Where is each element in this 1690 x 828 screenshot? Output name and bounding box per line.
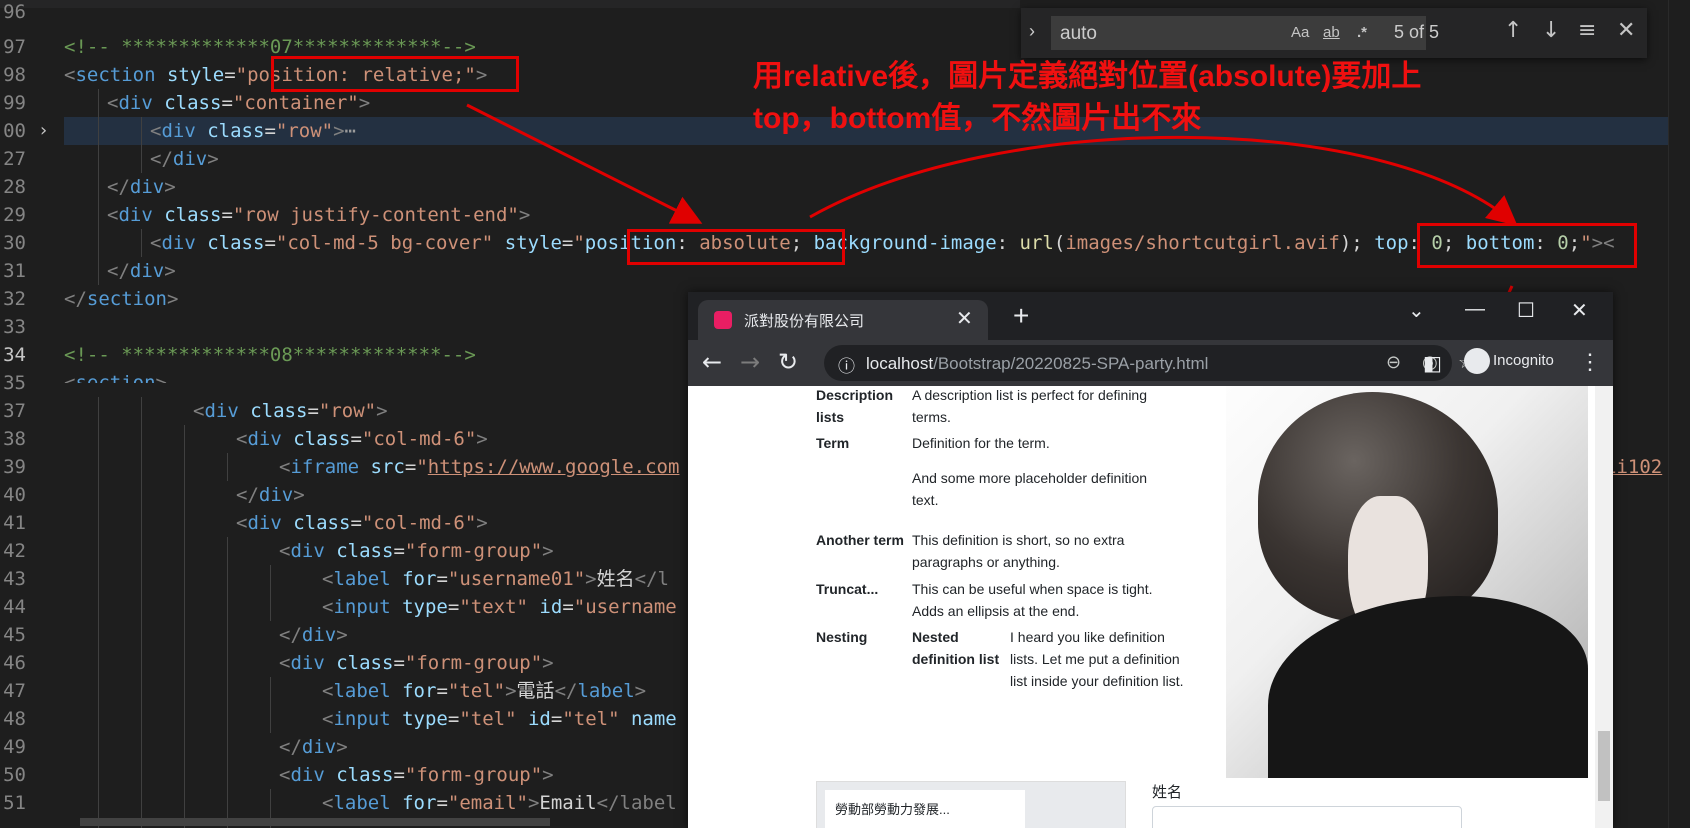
next-match-arrow-down-icon[interactable]: ↓ <box>1542 18 1560 43</box>
google-map-iframe[interactable]: 勞動部勞動力發展... <box>816 781 1126 828</box>
back-arrow-icon[interactable]: ← <box>702 348 722 376</box>
form-label-name: 姓名 <box>1152 784 1183 801</box>
incognito-icon <box>1464 348 1490 374</box>
address-bar[interactable]: ⓘ localhost/Bootstrap/20220825-SPA-party… <box>824 345 1474 381</box>
favicon-icon <box>714 311 732 329</box>
tab-title: 派對股份有限公司 <box>744 313 865 330</box>
close-window-icon[interactable]: ✕ <box>1571 298 1588 323</box>
dl-definition: I heard you like definition lists. Let m… <box>1010 629 1184 689</box>
code-line-27[interactable]: </div> <box>0 145 1690 173</box>
dl-nested-term: Nested definition list <box>912 629 1000 667</box>
previous-match-arrow-up-icon[interactable]: ↑ <box>1504 18 1522 43</box>
dl-term: Truncat... <box>816 581 879 597</box>
page-scrollbar-thumb[interactable] <box>1598 731 1610 801</box>
maximize-icon[interactable]: ☐ <box>1517 298 1535 323</box>
dl-definition: And some more placeholder definition tex… <box>912 470 1148 508</box>
page-scrollbar[interactable] <box>1595 386 1613 828</box>
close-find-icon[interactable]: ✕ <box>1617 18 1635 43</box>
find-widget: › auto Aa ab .* 5 of 5 ↑ ↓ ≡ ✕ <box>1021 8 1647 58</box>
highlight-box-top-bottom <box>1417 223 1637 268</box>
name-input[interactable] <box>1152 806 1462 828</box>
dl-term: Term <box>816 435 850 451</box>
annotation-line-1: 用relative後，圖片定義絕對位置(absolute)要加上 <box>753 60 1422 93</box>
map-place-card[interactable]: 勞動部勞動力發展... <box>825 790 1025 828</box>
minimap[interactable] <box>1668 0 1690 828</box>
dl-term: Nesting <box>816 629 868 645</box>
highlight-box-relative <box>271 56 519 92</box>
tab-search-chevron-icon[interactable]: ⌄ <box>1408 298 1425 323</box>
match-count: 5 of 5 <box>1394 22 1440 42</box>
whole-word-icon[interactable]: ab <box>1323 24 1340 41</box>
tab-close-icon[interactable]: ✕ <box>956 306 973 331</box>
browser-window: 派對股份有限公司 ✕ + ⌄ — ☐ ✕ ← → ↻ ⓘ localhost/B… <box>688 292 1613 828</box>
line-number-text: 96 <box>3 1 26 23</box>
line-number-text: 33 <box>3 316 26 338</box>
incognito-label[interactable]: Incognito <box>1493 352 1554 369</box>
new-tab-plus-icon[interactable]: + <box>1013 300 1029 332</box>
dl-definition: This definition is short, so no extra pa… <box>912 532 1125 570</box>
dl-definition: Definition for the term. <box>912 435 1050 451</box>
code-line-28[interactable]: </div> <box>0 173 1690 201</box>
dl-definition: This can be useful when space is tight. … <box>912 581 1153 619</box>
minimize-icon[interactable]: — <box>1465 298 1485 321</box>
find-in-selection-icon[interactable]: ≡ <box>1578 18 1596 43</box>
browser-tab-bar: 派對股份有限公司 ✕ + ⌄ — ☐ ✕ <box>688 292 1613 340</box>
regex-icon[interactable]: .* <box>1357 24 1367 41</box>
annotation-line-2: top，bottom值，不然圖片出不來 <box>753 102 1202 135</box>
annotation-text: 用relative後，圖片定義絕對位置(absolute)要加上 top，bot… <box>753 56 1533 140</box>
toggle-replace-chevron-icon[interactable]: › <box>1029 21 1035 42</box>
reload-icon[interactable]: ↻ <box>778 348 798 376</box>
browser-tab[interactable]: 派對股份有限公司 ✕ <box>698 300 988 340</box>
site-info-icon[interactable]: ⓘ <box>838 352 855 377</box>
find-input[interactable]: auto <box>1051 16 1426 50</box>
browser-toolbar: ← → ↻ ⓘ localhost/Bootstrap/20220825-SPA… <box>688 340 1613 386</box>
side-panel-icon[interactable]: ◧ <box>1423 351 1442 375</box>
forward-arrow-icon[interactable]: → <box>740 348 760 376</box>
horizontal-scrollbar[interactable] <box>80 818 550 826</box>
page-viewport[interactable]: Description lists A description list is … <box>688 386 1613 828</box>
dl-term: Another term <box>816 532 904 548</box>
dl-term: Description lists <box>816 387 894 425</box>
dl-definition: A description list is perfect for defini… <box>912 387 1148 425</box>
match-case-icon[interactable]: Aa <box>1291 24 1309 41</box>
browser-menu-icon[interactable]: ⋮ <box>1579 349 1601 375</box>
zoom-icon[interactable]: ⊖ <box>1386 352 1401 373</box>
highlight-box-absolute <box>627 229 845 265</box>
url-text: localhost/Bootstrap/20220825-SPA-party.h… <box>866 354 1209 373</box>
